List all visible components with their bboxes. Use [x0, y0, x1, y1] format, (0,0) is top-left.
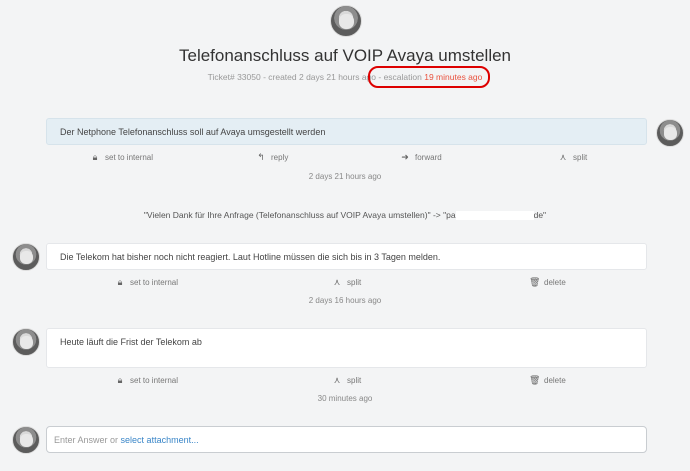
system-message-left: "Vielen Dank für Ihre Anfrage (Telefonan…	[143, 210, 456, 220]
article-bubble-1[interactable]: Der Netphone Telefonanschluss soll auf A…	[46, 118, 647, 145]
article-avatar-3[interactable]	[12, 328, 40, 356]
article-text-2: Die Telekom hat bisher noch nicht reagie…	[60, 252, 441, 262]
article-avatar-2[interactable]	[12, 243, 40, 271]
article-action-set-internal-1[interactable]: 🔒︎ set to internal	[90, 152, 153, 163]
system-message: "Vielen Dank für Ihre Anfrage (Telefonan…	[0, 210, 690, 221]
escalation-highlight-ring	[368, 66, 490, 88]
system-message-right: de"	[533, 210, 547, 220]
article-bubble-2[interactable]: Die Telekom hat bisher noch nicht reagie…	[46, 243, 647, 270]
forward-icon: ➜	[401, 152, 409, 162]
article-action-split-1[interactable]: ⋏ split	[558, 152, 588, 163]
lock-icon: 🔒︎	[117, 277, 123, 287]
article-text-3: Heute läuft die Frist der Telekom ab	[60, 337, 202, 347]
answer-placeholder: Enter Answer or	[54, 435, 119, 445]
article-time-2: 2 days 16 hours ago	[308, 296, 382, 305]
answer-input[interactable]: Enter Answer or select attachment...	[46, 426, 647, 453]
select-attachment-link[interactable]: select attachment...	[121, 435, 199, 445]
article-action-set-internal-3[interactable]: 🔒︎ set to internal	[115, 375, 178, 386]
ticket-owner-avatar[interactable]	[330, 5, 362, 37]
trash-icon: 🗑︎	[529, 375, 541, 385]
article-action-delete-3[interactable]: 🗑︎ delete	[529, 375, 566, 386]
split-icon: ⋏	[333, 277, 341, 287]
article-text-1: Der Netphone Telefonanschluss soll auf A…	[60, 127, 326, 137]
trash-icon: 🗑︎	[529, 277, 541, 287]
article-time-3: 30 minutes ago	[317, 394, 373, 403]
redacted-block	[455, 211, 534, 221]
lock-icon: 🔒︎	[117, 375, 123, 385]
article-action-forward-1[interactable]: ➜ forward	[400, 152, 441, 163]
ticket-meta: Ticket# 33050 - created 2 days 21 hours …	[0, 72, 690, 82]
split-icon: ⋏	[333, 375, 341, 385]
ticket-title: Telefonanschluss auf VOIP Avaya umstelle…	[178, 46, 511, 65]
reply-icon: ↰	[257, 152, 265, 162]
article-action-split-3[interactable]: ⋏ split	[332, 375, 362, 386]
article-bubble-3[interactable]: Heute läuft die Frist der Telekom ab	[46, 328, 647, 368]
article-action-delete-2[interactable]: 🗑︎ delete	[529, 277, 566, 288]
ticket-meta-prefix: Ticket# 33050 - created 2 days 21 hours …	[207, 72, 377, 82]
split-icon: ⋏	[559, 152, 567, 162]
article-action-split-2[interactable]: ⋏ split	[332, 277, 362, 288]
article-time-1: 2 days 21 hours ago	[308, 172, 382, 181]
article-action-set-internal-2[interactable]: 🔒︎ set to internal	[115, 277, 178, 288]
lock-icon: 🔒︎	[92, 152, 98, 162]
article-avatar-1[interactable]	[656, 119, 684, 147]
article-action-reply-1[interactable]: ↰ reply	[256, 152, 288, 163]
composer-avatar	[12, 426, 40, 454]
